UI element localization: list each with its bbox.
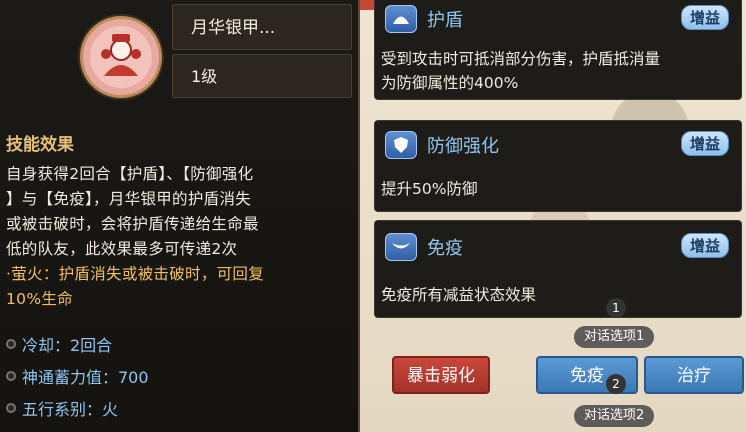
buff-card-shield: 护盾 增益 受到攻击时可抵消部分伤害，护盾抵消量 为防御属性的400% — [374, 0, 742, 100]
buff-card-immune: 免疫 增益 免疫所有减益状态效果 — [374, 220, 742, 318]
buff-header: 免疫 — [385, 229, 463, 265]
immune-icon — [385, 233, 417, 261]
shield-dome-icon — [385, 5, 417, 33]
shield-icon — [385, 131, 417, 159]
section-title: 技能效果 — [6, 135, 74, 155]
hint-number: 1 — [606, 298, 626, 318]
buff-name: 免疫 — [427, 238, 463, 259]
buff-tag: 增益 — [680, 5, 729, 30]
stat-label: 神通蓄力值：700 — [22, 368, 149, 387]
buff-text: 提升50%防御 — [381, 177, 737, 201]
firefly-effect-line: ·萤火：护盾消失或被击破时，可回复 — [6, 265, 265, 283]
buff-text: 免疫所有减益状态效果 — [381, 283, 737, 307]
buff-text-line: 免疫所有减益状态效果 — [381, 286, 537, 304]
buff-text-line: 受到攻击时可抵消部分伤害，护盾抵消量 — [381, 50, 661, 68]
description-line: 或被击破时，会将护盾传递给生命最 — [6, 215, 259, 233]
buff-name: 防御强化 — [427, 136, 499, 157]
bullet-icon — [6, 371, 16, 381]
stat-charge: 神通蓄力值：700 — [6, 364, 149, 388]
buff-name: 护盾 — [427, 10, 463, 31]
buff-tag: 增益 — [680, 233, 729, 258]
crit-weaken-button[interactable]: 暴击弱化 — [392, 356, 490, 394]
buff-card-defense-up: 防御强化 增益 提升50%防御 — [374, 120, 742, 212]
stat-cooldown: 冷却：2回合 — [6, 332, 112, 356]
hint-number: 2 — [606, 374, 626, 394]
buff-header: 护盾 — [385, 1, 463, 37]
skill-description: 自身获得2回合【护盾】、【防御强化 】与【免疫】，月华银甲的护盾消失 或被击破时… — [6, 162, 352, 312]
dialog-option-2[interactable]: 对话选项2 — [574, 405, 655, 427]
description-line: 低的队友，此效果最多可传递2次 — [6, 240, 238, 258]
skill-detail-panel: 月华银甲... 1级 技能效果 自身获得2回合【护盾】、【防御强化 】与【免疫】… — [0, 0, 360, 432]
skill-level: 1级 — [172, 54, 352, 98]
bullet-icon — [6, 339, 16, 349]
stat-label: 冷却：2回合 — [22, 336, 113, 355]
dialog-option-1[interactable]: 对话选项1 — [574, 326, 655, 348]
buff-text-line: 为防御属性的400% — [381, 74, 519, 92]
stat-element: 五行系别：火 — [6, 396, 118, 420]
bullet-icon — [6, 403, 16, 413]
heal-button[interactable]: 治疗 — [644, 356, 744, 394]
description-line: 自身获得2回合【护盾】、【防御强化 — [6, 165, 254, 183]
buff-text: 受到攻击时可抵消部分伤害，护盾抵消量 为防御属性的400% — [381, 47, 737, 95]
description-line: 】与【免疫】，月华银甲的护盾消失 — [6, 190, 252, 208]
buff-header: 防御强化 — [385, 127, 499, 163]
skill-name: 月华银甲... — [172, 4, 352, 50]
stat-label: 五行系别：火 — [22, 400, 119, 419]
skill-portrait-icon — [80, 16, 162, 98]
firefly-effect-line: 10%生命 — [6, 290, 73, 308]
buff-text-line: 提升50%防御 — [381, 180, 478, 198]
buff-tag: 增益 — [680, 131, 729, 156]
